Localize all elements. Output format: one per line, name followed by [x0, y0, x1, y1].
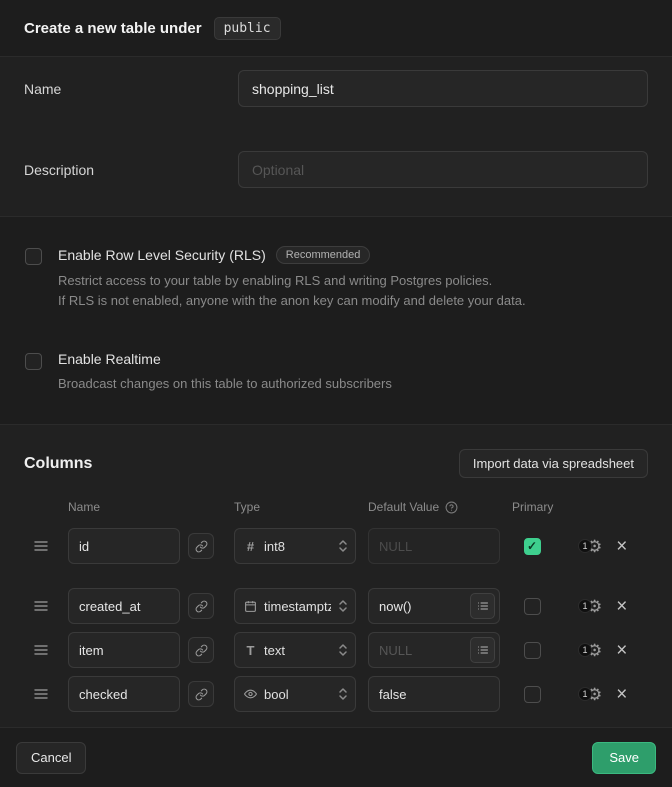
- column-type-value: timestamptz: [264, 599, 331, 614]
- recommended-badge: Recommended: [276, 246, 371, 264]
- chevron-updown-icon: [338, 643, 348, 657]
- header-name: Name: [68, 500, 234, 514]
- calendar-icon: [244, 600, 257, 613]
- dialog-footer: Cancel Save: [0, 727, 672, 787]
- help-circle-icon[interactable]: [445, 501, 458, 514]
- table-options-section: Enable Row Level Security (RLS) Recommen…: [0, 217, 672, 425]
- column-default-input[interactable]: [368, 676, 500, 712]
- primary-checkbox[interactable]: [524, 598, 541, 615]
- description-label: Description: [24, 162, 238, 178]
- hash-icon: #: [244, 539, 257, 554]
- foreign-key-link-icon[interactable]: [188, 533, 214, 559]
- chevron-updown-icon: [338, 599, 348, 613]
- column-type-select[interactable]: timestamptz: [234, 588, 356, 624]
- column-settings-button[interactable]: 1 ⚙: [578, 686, 602, 703]
- table-info-section: Name Description: [0, 57, 672, 217]
- drag-handle-icon[interactable]: [34, 540, 50, 552]
- realtime-description: Broadcast changes on this table to autho…: [58, 374, 392, 394]
- columns-section: Columns Import data via spreadsheet Name…: [0, 425, 672, 727]
- primary-checkbox[interactable]: [524, 538, 541, 555]
- column-settings-button[interactable]: 1 ⚙: [578, 642, 602, 659]
- column-name-input[interactable]: [68, 528, 180, 564]
- drag-handle-icon[interactable]: [34, 688, 50, 700]
- dialog-header: Create a new table under public: [0, 0, 672, 57]
- column-type-value: text: [264, 643, 285, 658]
- primary-checkbox[interactable]: [524, 686, 541, 703]
- table-name-input[interactable]: [238, 70, 648, 107]
- column-default-input: [368, 528, 500, 564]
- realtime-label: Enable Realtime: [58, 351, 161, 367]
- column-type-select[interactable]: bool: [234, 676, 356, 712]
- header-primary: Primary: [512, 500, 553, 514]
- column-row-item: T text 1 ⚙ ×: [24, 632, 648, 668]
- column-type-select[interactable]: T text: [234, 632, 356, 668]
- header-type: Type: [234, 500, 368, 514]
- column-type-value: bool: [264, 687, 289, 702]
- realtime-toggle-block: Enable Realtime Broadcast changes on thi…: [25, 351, 647, 394]
- schema-badge: public: [214, 17, 281, 40]
- save-button[interactable]: Save: [592, 742, 656, 774]
- foreign-key-link-icon[interactable]: [188, 593, 214, 619]
- table-description-input[interactable]: [238, 151, 648, 188]
- foreign-key-link-icon[interactable]: [188, 681, 214, 707]
- remove-column-button[interactable]: ×: [616, 685, 627, 704]
- rls-label: Enable Row Level Security (RLS): [58, 247, 266, 263]
- column-name-input[interactable]: [68, 632, 180, 668]
- dialog-title: Create a new table under: [24, 20, 202, 37]
- rls-description: Restrict access to your table by enablin…: [58, 271, 526, 311]
- remove-column-button[interactable]: ×: [616, 537, 627, 556]
- remove-column-button[interactable]: ×: [616, 597, 627, 616]
- column-row-checked: bool 1 ⚙ ×: [24, 676, 648, 712]
- drag-handle-icon[interactable]: [34, 600, 50, 612]
- column-row-id: # int8 1 ⚙ ×: [24, 528, 648, 564]
- rls-checkbox[interactable]: [25, 248, 42, 265]
- rls-toggle-block: Enable Row Level Security (RLS) Recommen…: [25, 246, 647, 311]
- boolean-icon: [244, 687, 257, 701]
- drag-handle-icon[interactable]: [34, 644, 50, 656]
- chevron-updown-icon: [338, 539, 348, 553]
- column-name-input[interactable]: [68, 588, 180, 624]
- create-table-dialog: Create a new table under public Name Des…: [0, 0, 672, 787]
- cancel-button[interactable]: Cancel: [16, 742, 86, 774]
- columns-title: Columns: [24, 455, 92, 473]
- text-type-icon: T: [244, 643, 257, 658]
- import-spreadsheet-button[interactable]: Import data via spreadsheet: [459, 449, 648, 478]
- chevron-updown-icon: [338, 687, 348, 701]
- columns-header-row: Name Type Default Value Primary: [24, 500, 648, 514]
- remove-column-button[interactable]: ×: [616, 641, 627, 660]
- default-value-picker-icon[interactable]: [470, 593, 495, 619]
- column-settings-button[interactable]: 1 ⚙: [578, 538, 602, 555]
- primary-checkbox[interactable]: [524, 642, 541, 659]
- column-row-created-at: timestamptz 1 ⚙ ×: [24, 588, 648, 624]
- column-settings-button[interactable]: 1 ⚙: [578, 598, 602, 615]
- column-type-value: int8: [264, 539, 285, 554]
- default-value-picker-icon[interactable]: [470, 637, 495, 663]
- realtime-checkbox[interactable]: [25, 353, 42, 370]
- column-name-input[interactable]: [68, 676, 180, 712]
- header-default-value: Default Value: [368, 500, 512, 514]
- name-label: Name: [24, 81, 238, 97]
- foreign-key-link-icon[interactable]: [188, 637, 214, 663]
- column-type-select[interactable]: # int8: [234, 528, 356, 564]
